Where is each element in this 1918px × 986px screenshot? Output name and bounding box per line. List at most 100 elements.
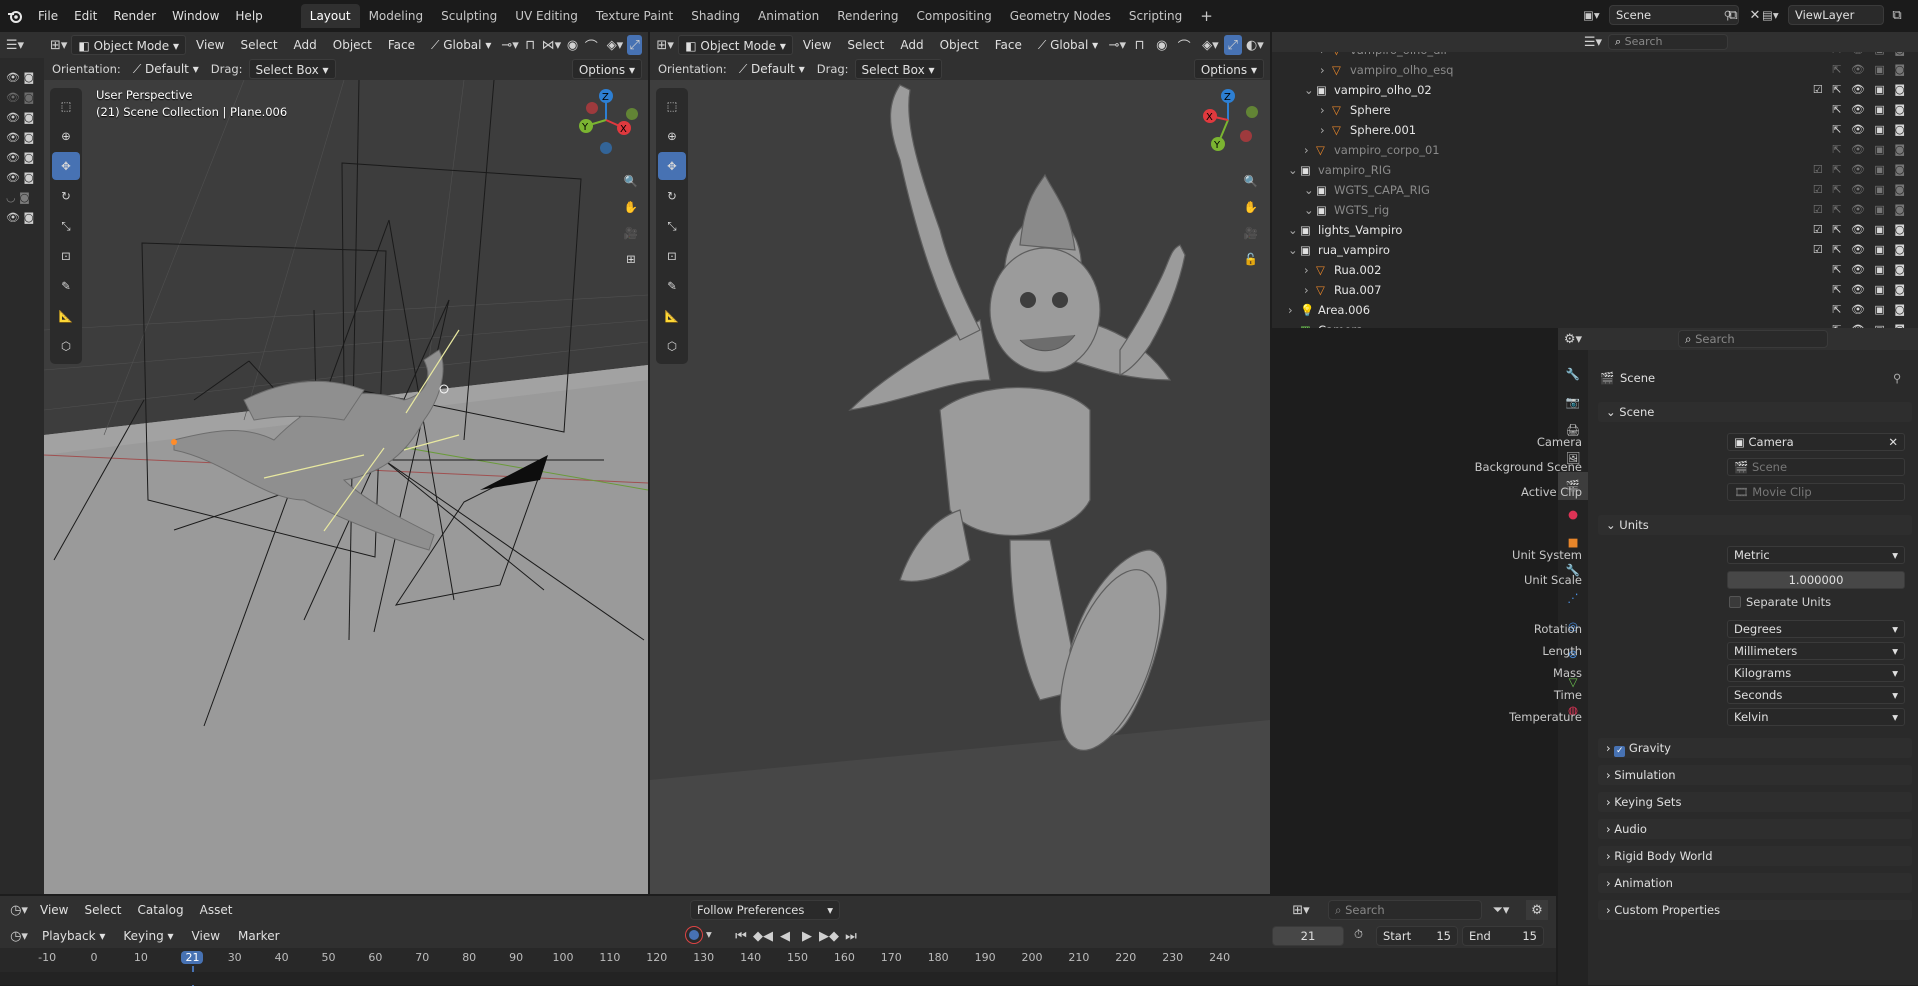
timeline-track[interactable] [0, 972, 1556, 985]
menu-window[interactable]: Window [164, 5, 227, 27]
visibility-toggle-icon[interactable]: ☑ ⇱ 👁 ▣ ◙ [1813, 222, 1908, 238]
gizmo-toggle-icon[interactable]: ⤢ [627, 35, 643, 55]
visibility-eye-icon[interactable]: 👁 ◙ [6, 88, 44, 108]
tab-compositing[interactable]: Compositing [907, 4, 1000, 28]
menu-view[interactable]: View [797, 35, 837, 55]
zoom-icon[interactable]: 🔍 [618, 168, 644, 194]
cursor-icon[interactable]: ⊕ [658, 122, 686, 150]
menu-add[interactable]: Add [288, 35, 323, 55]
temperature-dropdown[interactable]: Kelvin ▾ [1727, 708, 1905, 726]
menu-asset[interactable]: Asset [194, 900, 239, 920]
current-frame-field[interactable]: 21 [1272, 926, 1344, 946]
menu-select[interactable]: Select [235, 35, 284, 55]
visibility-toggle-icon[interactable]: ⇱ 👁 ▣ ◙ [1832, 52, 1908, 58]
background-scene-field[interactable]: 🎬 Scene [1727, 458, 1905, 476]
outliner-row[interactable]: ⌄ ▣ lights_Vampiro ☑ ⇱ 👁 ▣ ◙ [1272, 222, 1918, 238]
pivot-icon[interactable]: ⊸▾ [501, 35, 518, 55]
outliner-row[interactable]: ⌄ ▣ WGTS_CAPA_RIG ☑ ⇱ 👁 ▣ ◙ [1272, 182, 1918, 198]
jump-start-icon[interactable]: ⏮ [730, 926, 752, 946]
expand-arrow-icon[interactable]: › [1304, 142, 1309, 158]
view-layer-name[interactable]: ViewLayer [1795, 8, 1854, 22]
tab-layout[interactable]: Layout [300, 4, 360, 28]
start-frame-field[interactable]: Start 15 [1376, 926, 1458, 946]
select-box-icon[interactable]: ⬚ [52, 92, 80, 120]
menu-help[interactable]: Help [227, 5, 270, 27]
rotation-dropdown[interactable]: Degrees ▾ [1727, 620, 1905, 638]
viewport-left[interactable]: ⊞▾ ◧ Object Mode ▾ View Select Add Objec… [44, 32, 648, 894]
follow-preferences-dropdown[interactable]: Follow Preferences ▾ [690, 900, 840, 920]
display-mode-icon[interactable]: ☰▾ [1582, 32, 1604, 52]
visibility-eye-icon[interactable]: 👁 ◙ [6, 68, 44, 88]
prev-keyframe-icon[interactable]: ◆◀ [752, 926, 774, 946]
new-scene-icon[interactable]: ⧉ [1722, 5, 1744, 25]
new-view-layer-icon[interactable]: ⧉ [1886, 5, 1908, 25]
visibility-toggle-icon[interactable]: ⇱ 👁 ▣ ◙ [1832, 302, 1908, 318]
playback-dropdown[interactable]: Playback ▾ [36, 926, 111, 946]
properties-search[interactable]: ⌕ Search [1678, 330, 1828, 348]
menu-select[interactable]: Select [841, 35, 890, 55]
asset-search[interactable]: ⌕ Search [1328, 900, 1482, 920]
units-panel-header[interactable]: ⌄ Units [1598, 515, 1912, 535]
filter-icon[interactable]: ⏷▾ [1490, 900, 1512, 920]
pan-hand-icon[interactable]: ✋ [1238, 194, 1264, 220]
lock-camera-icon[interactable]: 🔓 [1238, 246, 1264, 272]
orientation-dropdown[interactable]: ⟋ Default ▾ [733, 59, 811, 79]
select-box-icon[interactable]: ⬚ [658, 92, 686, 120]
visibility-toggle-icon[interactable]: ⇱ 👁 ▣ ◙ [1832, 102, 1908, 118]
visibility-toggle-icon[interactable]: ☑ ⇱ 👁 ▣ ◙ [1813, 202, 1908, 218]
expand-arrow-icon[interactable]: › [1320, 62, 1325, 78]
transform-orientation-dropdown[interactable]: ⟋ Global ▾ [1032, 35, 1104, 55]
options-dropdown[interactable]: Options ▾ [1193, 59, 1264, 79]
expand-arrow-icon[interactable]: ⌄ [1288, 242, 1298, 258]
marker-menu[interactable]: Marker [232, 926, 285, 946]
tool-tab-icon[interactable]: 🔧 [1558, 360, 1588, 388]
expand-arrow-icon[interactable]: ⌄ [1288, 162, 1298, 178]
rotate-icon[interactable]: ↻ [658, 182, 686, 210]
simulation-panel-header[interactable]: › Simulation [1598, 765, 1912, 785]
menu-catalog[interactable]: Catalog [132, 900, 190, 920]
add-cube-icon[interactable]: ⬡ [658, 332, 686, 360]
expand-arrow-icon[interactable]: ⌄ [1304, 82, 1314, 98]
mass-dropdown[interactable]: Kilograms ▾ [1727, 664, 1905, 682]
menu-face[interactable]: Face [382, 35, 421, 55]
character-render-view[interactable] [650, 80, 1270, 894]
visibility-toggle-icon[interactable]: ☑ ⇱ 👁 ▣ ◙ [1813, 242, 1908, 258]
orientation-dropdown[interactable]: ⟋ Default ▾ [127, 59, 205, 79]
tab-scripting[interactable]: Scripting [1120, 4, 1191, 28]
drag-dropdown[interactable]: Select Box ▾ [854, 59, 942, 79]
menu-select[interactable]: Select [78, 900, 127, 920]
editor-type-icon[interactable]: ⚙▾ [1562, 329, 1584, 349]
outliner-row[interactable]: ⌄ ▣ vampiro_RIG ☑ ⇱ 👁 ▣ ◙ [1272, 162, 1918, 178]
unit-system-dropdown[interactable]: Metric ▾ [1727, 546, 1905, 564]
drag-dropdown[interactable]: Select Box ▾ [248, 59, 336, 79]
clear-icon[interactable]: ✕ [1888, 434, 1898, 450]
gravity-panel-header[interactable]: › ✓ Gravity [1598, 738, 1912, 758]
expand-arrow-icon[interactable]: › [1320, 102, 1325, 118]
visibility-eye-icon[interactable]: 👁 ◙ [6, 208, 44, 228]
tab-shading[interactable]: Shading [682, 4, 749, 28]
visibility-eye-icon[interactable]: 👁 ◙ [6, 168, 44, 188]
render-tab-icon[interactable]: 📷 [1558, 388, 1588, 416]
outliner-row[interactable]: › ▽ vampiro_olho_esq ⇱ 👁 ▣ ◙ [1272, 62, 1918, 78]
tab-animation[interactable]: Animation [749, 4, 828, 28]
scale-icon[interactable]: ⤡ [52, 212, 80, 240]
transform-icon[interactable]: ⊡ [52, 242, 80, 270]
snap-icon[interactable]: ⊓ [523, 35, 538, 55]
display-type-icon[interactable]: ⊞▾ [1290, 900, 1312, 920]
add-workspace-icon[interactable]: + [1191, 4, 1222, 28]
scene-3d-view[interactable] [44, 80, 648, 894]
active-clip-field[interactable]: 🎞 Movie Clip [1727, 483, 1905, 501]
frame-ruler[interactable]: -10 0 10 21 30 40 50 60 70 80 90 100 110 120 130 140 150… [0, 948, 1556, 986]
menu-file[interactable]: File [30, 5, 66, 27]
visibility-toggle-icon[interactable]: ⇱ 👁 ▣ ◙ [1832, 122, 1908, 138]
transform-orientation-dropdown[interactable]: ⟋ Global ▾ [425, 35, 497, 55]
move-icon[interactable]: ✥ [658, 152, 686, 180]
navigation-gizmo[interactable]: Z Y X [572, 86, 642, 156]
unit-scale-field[interactable]: 1.000000 [1727, 571, 1905, 589]
particles-tab-icon[interactable]: ⋰ [1558, 584, 1588, 612]
visibility-eye-icon[interactable]: 👁 ◙ [6, 148, 44, 168]
time-dropdown[interactable]: Seconds ▾ [1727, 686, 1905, 704]
menu-render[interactable]: Render [105, 5, 164, 27]
falloff-icon[interactable]: ⌒ [584, 35, 599, 55]
editor-type-icon[interactable]: ☰▾ [4, 35, 26, 55]
